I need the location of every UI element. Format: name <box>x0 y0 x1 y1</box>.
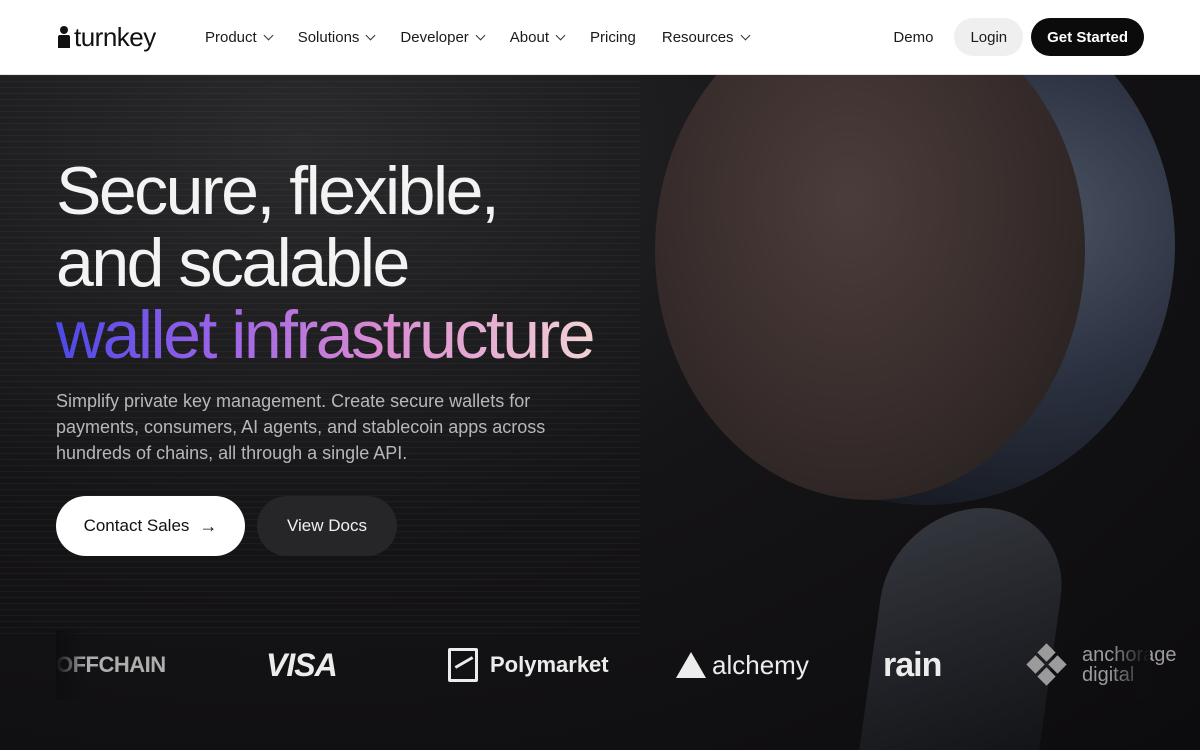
rain-logo: rain <box>883 630 942 700</box>
hero-subtitle: Simplify private key management. Create … <box>56 391 546 463</box>
demo-link[interactable]: Demo <box>893 29 933 46</box>
hero-disc-graphic <box>655 75 1175 505</box>
nav-item-solutions[interactable]: Solutions <box>297 29 376 46</box>
partner-logo-strip: OFFCHAIN VISA Polymarket alchemy rain an… <box>56 630 1177 700</box>
contact-sales-label: Contact Sales <box>83 516 190 535</box>
nav-item-label: Solutions <box>297 29 360 46</box>
main-menu: Product Solutions Developer About Pricin… <box>205 0 775 75</box>
turnkey-logo[interactable]: turnkey <box>58 24 156 50</box>
nav-actions: Demo Login Get Started <box>893 18 1144 56</box>
alchemy-logo: alchemy <box>676 630 809 700</box>
logo-strip-fade-left <box>56 630 86 700</box>
alchemy-logo-text: alchemy <box>712 649 809 680</box>
headline-line-3: wallet infrastructure <box>56 297 596 373</box>
login-button[interactable]: Login <box>954 18 1024 56</box>
disc-stand-graphic <box>856 508 1074 750</box>
nav-item-label: Pricing <box>590 29 636 46</box>
view-docs-button[interactable]: View Docs <box>257 496 397 556</box>
nav-item-label: Developer <box>400 29 469 46</box>
polymarket-logo-text: Polymarket <box>490 652 609 677</box>
nav-item-about[interactable]: About <box>509 29 566 46</box>
view-docs-label: View Docs <box>287 516 367 535</box>
turnkey-logo-icon <box>58 26 70 48</box>
chevron-down-icon <box>365 30 376 41</box>
chevron-down-icon <box>555 30 566 41</box>
chevron-down-icon <box>263 30 274 41</box>
nav-item-pricing[interactable]: Pricing <box>590 29 636 46</box>
alchemy-icon <box>676 652 706 678</box>
chevron-down-icon <box>475 30 486 41</box>
top-nav: turnkey Product Solutions Developer Abou… <box>0 0 1200 75</box>
nav-item-label: Resources <box>661 29 734 46</box>
arrow-right-icon: → <box>199 515 218 536</box>
anchorage-logo: anchorage digital <box>1026 630 1177 700</box>
chevron-down-icon <box>740 30 751 41</box>
nav-item-developer[interactable]: Developer <box>400 29 486 46</box>
headline-line-1: Secure, flexible, <box>56 153 500 229</box>
hero-headline: Secure, flexible, and scalable wallet in… <box>56 153 596 373</box>
nav-item-label: About <box>509 29 549 46</box>
polymarket-icon <box>448 648 478 682</box>
hero-section: Secure, flexible, and scalable wallet in… <box>0 75 1200 750</box>
nav-item-product[interactable]: Product <box>205 29 274 46</box>
logo-text: turnkey <box>74 22 156 52</box>
anchorage-icon <box>1026 643 1068 686</box>
nav-item-resources[interactable]: Resources <box>661 29 751 46</box>
rain-logo-text: rain <box>883 645 942 684</box>
visa-logo-text: VISA <box>266 646 338 683</box>
logo-strip-fade-right <box>1110 630 1150 700</box>
contact-sales-button[interactable]: Contact Sales → <box>56 496 245 556</box>
get-started-button[interactable]: Get Started <box>1031 18 1144 56</box>
headline-line-2: and scalable <box>56 225 410 301</box>
polymarket-logo: Polymarket <box>448 630 609 700</box>
headline-gradient-text: wallet infrastructure <box>56 297 596 373</box>
nav-item-label: Product <box>205 29 257 46</box>
visa-logo: VISA <box>266 630 338 700</box>
